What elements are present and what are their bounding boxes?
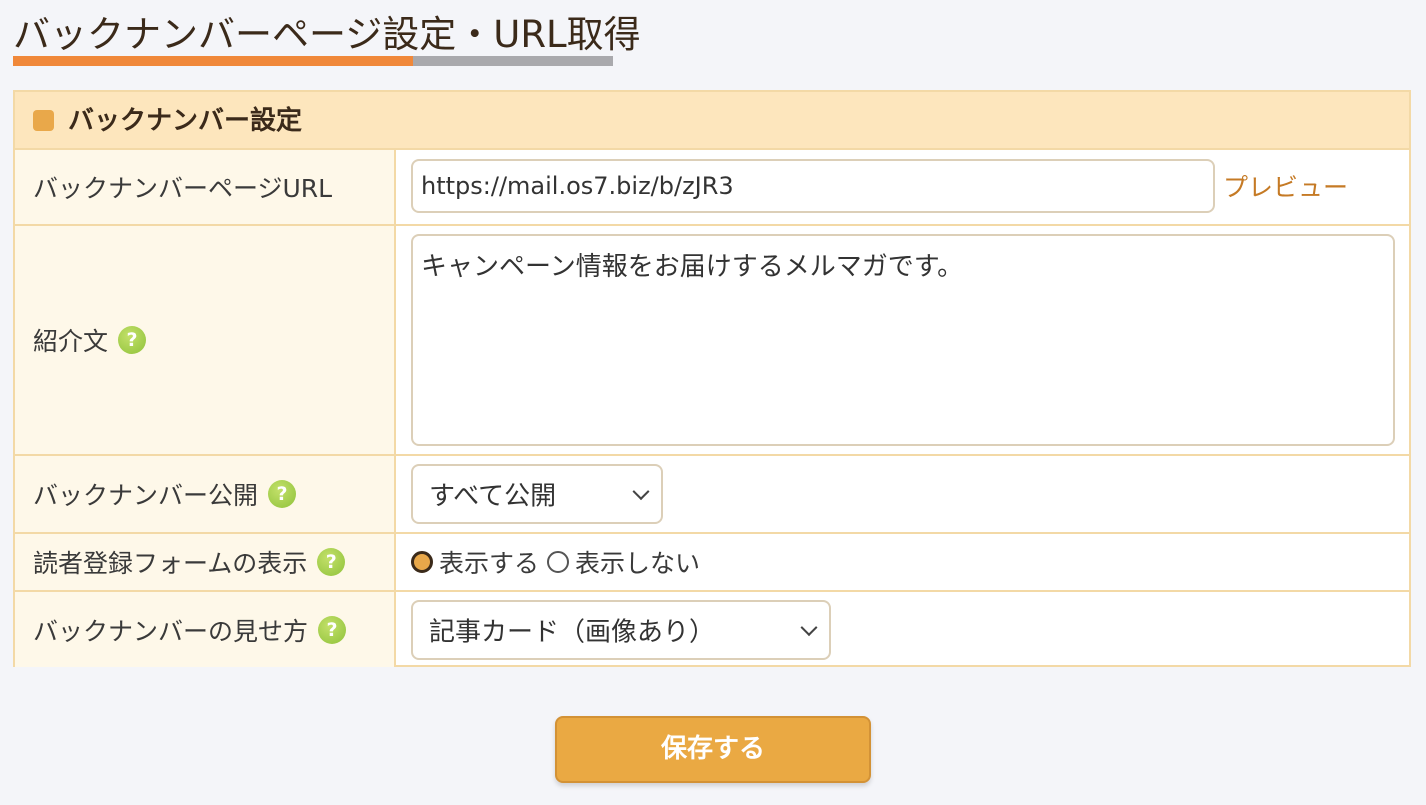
page-title: バックナンバーページ設定・URL取得 [13,13,641,56]
save-button[interactable]: 保存する [555,716,871,783]
reader-form-row: 読者登録フォームの表示? 表示する 表示しない [15,534,1409,592]
backnumber-url-input[interactable]: https://mail.os7.biz/b/zJR3 [411,159,1215,213]
publish-select-value: すべて公開 [429,481,557,512]
url-label-text: バックナンバーページURL [33,174,333,203]
display-style-row: バックナンバーの見せ方? 記事カード（画像あり） [15,592,1409,667]
radio-hide-label[interactable]: 表示しない [575,544,700,580]
help-icon[interactable]: ? [268,480,297,508]
intro-row: 紹介文? キャンペーン情報をお届けするメルマガです。 [15,226,1409,456]
preview-link[interactable]: プレビュー [1223,168,1348,204]
square-bullet-icon [33,110,54,131]
help-icon[interactable]: ? [118,326,147,354]
url-label-cell: バックナンバーページURL [15,150,396,224]
reader-form-radio-group: 表示する 表示しない [411,544,708,580]
url-row: バックナンバーページURL https://mail.os7.biz/b/zJR… [15,150,1409,226]
backnumber-settings-panel: バックナンバー設定 バックナンバーページURL https://mail.os7… [13,90,1411,667]
reader-form-label: 読者登録フォームの表示? [33,544,346,580]
title-underline-accent [13,56,413,66]
chevron-down-icon [800,619,818,637]
publish-row: バックナンバー公開? すべて公開 [15,456,1409,534]
panel-header-label: バックナンバー設定 [68,106,303,136]
publish-label-text: バックナンバー公開 [33,481,259,510]
url-label: バックナンバーページURL [33,169,332,205]
publish-select[interactable]: すべて公開 [411,464,663,524]
intro-label-cell: 紹介文? [15,226,396,454]
title-underline-rest [413,56,613,66]
display-style-label-cell: バックナンバーの見せ方? [15,592,396,667]
radio-hide[interactable] [547,551,570,573]
display-style-select[interactable]: 記事カード（画像あり） [411,600,831,660]
publish-label: バックナンバー公開? [33,476,297,512]
intro-label: 紹介文? [33,322,147,358]
help-icon[interactable]: ? [318,615,347,644]
intro-textarea[interactable]: キャンペーン情報をお届けするメルマガです。 [411,234,1395,446]
chevron-down-icon [632,483,650,501]
publish-label-cell: バックナンバー公開? [15,456,396,532]
display-style-label-text: バックナンバーの見せ方 [33,616,309,646]
title-underline [13,56,613,66]
reader-form-label-cell: 読者登録フォームの表示? [15,534,396,590]
reader-form-label-text: 読者登録フォームの表示 [33,549,308,578]
panel-header: バックナンバー設定 [15,92,1409,150]
radio-show[interactable] [411,551,433,573]
intro-label-text: 紹介文 [33,327,109,356]
display-style-label: バックナンバーの見せ方? [33,612,347,648]
display-style-select-value: 記事カード（画像あり） [429,617,716,648]
radio-show-label[interactable]: 表示する [439,544,539,580]
help-icon[interactable]: ? [317,548,346,576]
